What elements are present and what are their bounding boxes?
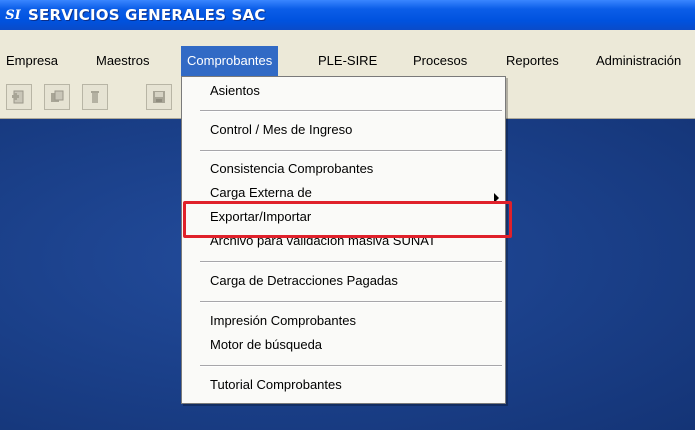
window-title: SERVICIOS GENERALES SAC — [28, 6, 266, 24]
menuitem-motor-busqueda[interactable]: Motor de búsqueda — [210, 337, 322, 352]
menuitem-asientos[interactable]: Asientos — [210, 83, 260, 98]
save-button[interactable] — [146, 84, 172, 110]
menu-comprobantes[interactable]: Comprobantes — [181, 46, 279, 76]
save-icon — [153, 91, 165, 103]
edit-record-button[interactable] — [44, 84, 70, 110]
menu-maestros[interactable]: Maestros — [96, 46, 149, 76]
app-logo-icon: SI — [5, 7, 21, 23]
menuitem-control-mes-ingreso[interactable]: Control / Mes de Ingreso — [210, 122, 352, 137]
add-record-button[interactable] — [6, 84, 32, 110]
menuitem-consistencia-comprobantes[interactable]: Consistencia Comprobantes — [210, 161, 373, 176]
menu-separator — [200, 301, 502, 303]
highlight-annotation-box — [183, 201, 512, 238]
title-bar: SI SERVICIOS GENERALES SAC — [0, 0, 695, 30]
menu-administracion[interactable]: Administración — [596, 46, 681, 76]
menubar-top-strip — [0, 30, 695, 46]
menu-separator — [200, 150, 502, 152]
menu-empresa[interactable]: Empresa — [6, 46, 58, 76]
menuitem-tutorial-comprobantes[interactable]: Tutorial Comprobantes — [210, 377, 342, 392]
comprobantes-dropdown: Asientos Control / Mes de Ingreso Consis… — [181, 76, 506, 404]
delete-record-icon — [91, 91, 99, 103]
menuitem-impresion-comprobantes[interactable]: Impresión Comprobantes — [210, 313, 356, 328]
menu-reportes[interactable]: Reportes — [506, 46, 559, 76]
menu-separator — [200, 261, 502, 263]
menu-ple-sire[interactable]: PLE-SIRE — [318, 46, 377, 76]
add-record-icon — [12, 90, 24, 104]
menuitem-carga-externa[interactable]: Carga Externa de — [210, 185, 312, 200]
menuitem-carga-detracciones[interactable]: Carga de Detracciones Pagadas — [210, 273, 398, 288]
delete-record-button[interactable] — [82, 84, 108, 110]
menu-separator — [200, 110, 502, 112]
menu-procesos[interactable]: Procesos — [413, 46, 467, 76]
edit-record-icon — [51, 90, 64, 102]
menu-separator — [200, 365, 502, 367]
